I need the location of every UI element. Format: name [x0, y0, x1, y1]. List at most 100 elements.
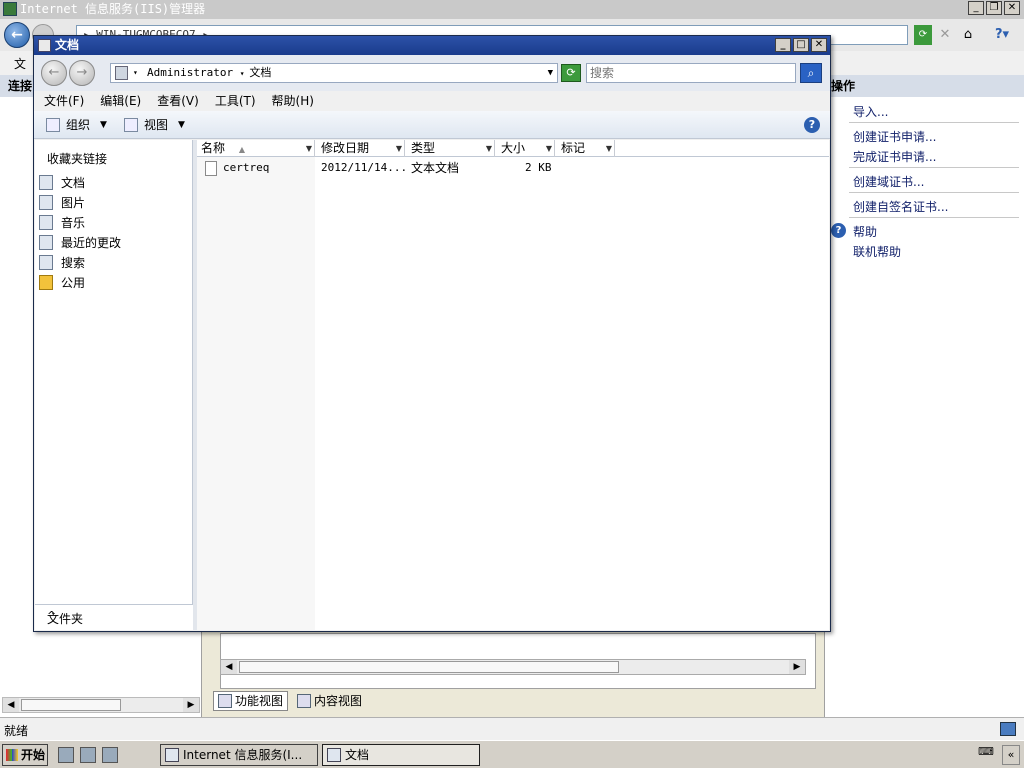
help-icon[interactable]: ? [804, 117, 820, 133]
task-iis-manager[interactable]: Internet 信息服务(I... [160, 744, 318, 766]
favorite-label: 公用 [61, 275, 86, 290]
chevron-down-icon[interactable]: ▼ [606, 140, 612, 157]
tab-content-view[interactable]: 内容视图 [292, 691, 368, 711]
scroll-right-icon[interactable]: ▶ [183, 698, 199, 712]
forward-button[interactable]: → [69, 60, 95, 86]
search-input[interactable] [586, 63, 796, 83]
breadcrumb-administrator[interactable]: Administrator [147, 66, 233, 79]
iis-back-button[interactable]: ← [4, 22, 30, 48]
file-type: 文本文档 [411, 161, 460, 175]
explorer-window: 文档 _ □ ✕ ← → ▾ Administrator ▾ 文档 ▼ ⟳ ⌕ … [33, 35, 831, 632]
scroll-left-icon[interactable]: ◀ [221, 660, 237, 674]
start-button[interactable]: 开始 [2, 744, 48, 766]
column-modified[interactable]: 修改日期 ▼ [317, 140, 405, 157]
favorite-documents[interactable]: 文档 [39, 173, 85, 191]
favorite-recent-changes[interactable]: 最近的更改 [39, 233, 121, 251]
column-label: 名称 [201, 141, 226, 155]
column-type[interactable]: 类型 ▼ [407, 140, 495, 157]
organize-label: 组织 [66, 118, 91, 132]
organize-button[interactable]: 组织 ▼ [46, 117, 107, 133]
close-icon[interactable]: ✕ [811, 38, 827, 52]
menu-help[interactable]: 帮助(H) [272, 91, 314, 111]
menu-view[interactable]: 查看(V) [157, 91, 199, 111]
column-headers: 名称 ▲ ▼ 修改日期 ▼ 类型 ▼ 大小 ▼ 标记 ▼ [197, 140, 829, 157]
menu-file[interactable]: 文件(F) [44, 91, 84, 111]
chevron-down-icon: ▼ [100, 120, 107, 130]
action-help[interactable]: 帮助 [853, 223, 877, 240]
explorer-toolbar: 组织 ▼ 视图 ▼ ? [34, 111, 830, 139]
scroll-right-icon[interactable]: ▶ [789, 660, 805, 674]
column-tags[interactable]: 标记 ▼ [557, 140, 615, 157]
explorer-title-text: 文档 [55, 38, 80, 52]
views-button[interactable]: 视图 ▼ [124, 117, 185, 133]
recent-icon [39, 234, 53, 250]
keyboard-tray-icon[interactable]: ⌨ [978, 745, 998, 763]
refresh-button[interactable]: ⟳ [561, 64, 581, 82]
action-create-cert-request[interactable]: 创建证书申请... [853, 128, 936, 145]
divider [849, 217, 1019, 218]
iis-help-icon[interactable]: ?▾ [987, 25, 1017, 45]
folders-toggle[interactable]: 文件夹 ^ [35, 604, 193, 630]
favorite-label: 最近的更改 [61, 235, 122, 250]
action-online-help[interactable]: 联机帮助 [853, 243, 901, 260]
task-label: 文档 [345, 748, 370, 762]
favorite-searches[interactable]: 搜索 [39, 253, 85, 271]
chevron-right-icon[interactable]: ▾ [133, 64, 138, 82]
explorer-menu-bar: 文件(F) 编辑(E) 查看(V) 工具(T) 帮助(H) [34, 91, 830, 111]
iis-home-icon[interactable]: ⌂ [959, 25, 977, 45]
favorite-pictures[interactable]: 图片 [39, 193, 85, 211]
action-import[interactable]: 导入... [853, 103, 888, 120]
maximize-icon[interactable]: □ [793, 38, 809, 52]
views-label: 视图 [144, 118, 169, 132]
task-documents[interactable]: 文档 [322, 744, 480, 766]
address-bar[interactable]: ▾ Administrator ▾ 文档 ▼ [110, 63, 558, 83]
column-name[interactable]: 名称 ▲ ▼ [197, 140, 315, 157]
navigation-pane: 收藏夹链接 文档 图片 音乐 最近的更改 搜索 公用 文件夹 ^ [35, 140, 193, 630]
action-create-self-signed-cert[interactable]: 创建自签名证书... [853, 198, 948, 215]
search-button[interactable]: ⌕ [800, 63, 822, 83]
minimize-icon[interactable]: _ [775, 38, 791, 52]
show-desktop-icon[interactable] [80, 747, 96, 763]
restore-icon[interactable]: ❐ [986, 1, 1002, 15]
action-complete-cert-request[interactable]: 完成证书申请... [853, 148, 936, 165]
menu-tools[interactable]: 工具(T) [215, 91, 256, 111]
column-size[interactable]: 大小 ▼ [497, 140, 555, 157]
scroll-left-icon[interactable]: ◀ [3, 698, 19, 712]
scroll-thumb[interactable] [21, 699, 121, 711]
scroll-thumb[interactable] [239, 661, 619, 673]
action-create-domain-cert[interactable]: 创建域证书... [853, 173, 924, 190]
chevron-down-icon[interactable]: ▼ [548, 64, 553, 82]
explorer-title-bar[interactable]: 文档 _ □ ✕ [34, 36, 830, 55]
iis-menu-file[interactable]: 文 [14, 55, 26, 72]
minimize-icon[interactable]: _ [968, 1, 984, 15]
server-manager-icon[interactable] [58, 747, 74, 763]
folder-location-icon [115, 66, 128, 80]
tray-expand-icon[interactable]: « [1002, 745, 1020, 765]
connections-hscrollbar[interactable]: ◀ ▶ [2, 697, 200, 713]
menu-edit[interactable]: 编辑(E) [100, 91, 141, 111]
breadcrumb-documents[interactable]: 文档 [249, 66, 271, 79]
close-icon[interactable]: ✕ [1004, 1, 1020, 15]
tab-features-view[interactable]: 功能视图 [213, 691, 289, 711]
iis-refresh-icon[interactable]: ⟳ [914, 25, 932, 45]
back-button[interactable]: ← [41, 60, 67, 86]
iis-stop-icon[interactable]: ✕ [937, 25, 953, 45]
windows-logo-icon [6, 749, 18, 761]
chevron-down-icon[interactable]: ▼ [306, 140, 312, 157]
taskbar: 开始 Internet 信息服务(I... 文档 ⌨ « [0, 740, 1024, 768]
explorer-quicklaunch-icon[interactable] [102, 747, 118, 763]
chevron-down-icon[interactable]: ▼ [546, 140, 552, 157]
features-hscrollbar[interactable]: ◀ ▶ [220, 659, 806, 675]
column-label: 类型 [411, 141, 436, 155]
column-label: 标记 [561, 141, 586, 155]
network-status-icon [1000, 722, 1016, 736]
divider [849, 192, 1019, 193]
chevron-down-icon[interactable]: ▼ [486, 140, 492, 157]
chevron-down-icon[interactable]: ▼ [396, 140, 402, 157]
chevron-right-icon[interactable]: ▾ [240, 69, 250, 78]
file-row[interactable]: certreq 2012/11/14... 文本文档 2 KB [197, 159, 829, 177]
favorite-public[interactable]: 公用 [39, 273, 85, 291]
favorite-links-title: 收藏夹链接 [47, 152, 108, 166]
favorite-music[interactable]: 音乐 [39, 213, 85, 231]
iis-title-bar: Internet 信息服务(IIS)管理器 _ ❐ ✕ [0, 0, 1024, 19]
